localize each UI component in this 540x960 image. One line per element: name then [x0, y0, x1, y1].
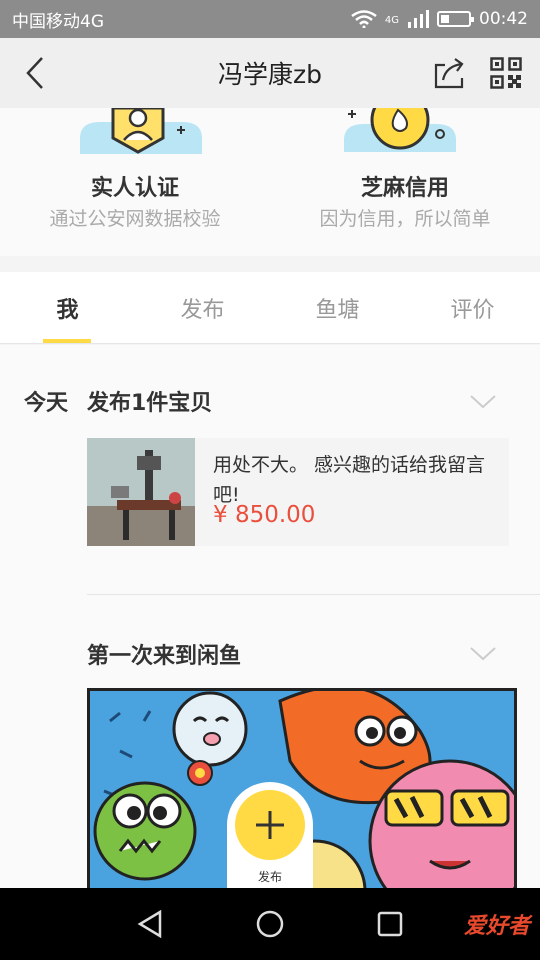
- item-price: ¥ 850.00: [213, 502, 316, 528]
- carrier-label: 中国移动4G: [12, 11, 104, 32]
- item-description: 用处不大。 感兴趣的话给我留言吧!: [213, 454, 486, 506]
- network-type-label: 4G: [384, 15, 399, 26]
- tab-label: 我: [56, 298, 79, 323]
- day-label: 今天: [24, 391, 69, 416]
- battery-icon: [437, 11, 474, 27]
- nav-bar: 冯学康zb: [0, 38, 540, 108]
- cert-sesame-credit[interactable]: 芝麻信用 因为信用，所以简单: [270, 108, 540, 256]
- item-thumbnail-image: [87, 438, 195, 546]
- tab-label: 发布: [180, 298, 225, 323]
- publish-button[interactable]: [235, 790, 305, 860]
- certification-section: 实人认证 通过公安网数据校验 芝麻信用 因为信用，所以简单: [0, 108, 540, 256]
- circle-home-icon: [256, 910, 284, 938]
- back-arrow-icon: [26, 57, 43, 89]
- real-person-badge-icon: [80, 108, 202, 154]
- tab-reviews[interactable]: 评价: [405, 272, 540, 344]
- system-navigation-bar: 爱好者: [0, 888, 540, 960]
- clock-label: 00:42: [479, 9, 528, 29]
- cert-subtitle: 因为信用，所以简单: [319, 208, 491, 230]
- tab-fish-pond[interactable]: 鱼塘: [270, 272, 405, 344]
- tab-label: 鱼塘: [315, 298, 360, 323]
- divider: [87, 594, 540, 595]
- qr-code-icon[interactable]: [490, 57, 522, 89]
- system-recents-button[interactable]: [370, 904, 410, 944]
- tab-published[interactable]: 发布: [135, 272, 270, 344]
- triangle-back-icon: [137, 909, 162, 939]
- tab-label: 评价: [450, 298, 495, 323]
- first-visit-section-title: 第一次来到闲鱼: [87, 644, 242, 669]
- publish-section-title: 发布1件宝贝: [87, 391, 213, 416]
- published-item-card[interactable]: 用处不大。 感兴趣的话给我留言吧! ¥ 850.00: [87, 438, 509, 546]
- signal-icon: [408, 10, 429, 28]
- back-button[interactable]: [0, 38, 70, 108]
- profile-tabs: 我 发布 鱼塘 评价: [0, 272, 540, 344]
- sesame-credit-badge-icon: [344, 108, 456, 152]
- wifi-icon: [351, 10, 377, 28]
- active-tab-indicator: [43, 339, 91, 343]
- cert-subtitle: 通过公安网数据校验: [49, 208, 221, 230]
- cert-title: 实人认证: [90, 176, 179, 201]
- system-back-button[interactable]: [130, 904, 170, 944]
- share-icon[interactable]: [432, 56, 466, 90]
- cert-title: 芝麻信用: [360, 176, 449, 201]
- status-icons: 4G 00:42: [351, 9, 528, 29]
- status-bar: 中国移动4G 4G 00:42: [0, 0, 540, 38]
- publish-fab-container: 发布: [227, 782, 313, 888]
- nav-actions: [432, 56, 540, 90]
- watermark-logo: 爱好者: [463, 914, 530, 939]
- tab-me[interactable]: 我: [0, 272, 135, 344]
- cert-real-person[interactable]: 实人认证 通过公安网数据校验: [0, 108, 270, 256]
- chevron-down-icon[interactable]: [470, 395, 496, 409]
- system-home-button[interactable]: [250, 904, 290, 944]
- square-recents-icon: [377, 911, 403, 937]
- plus-icon: [256, 811, 284, 839]
- chevron-down-icon[interactable]: [470, 647, 496, 661]
- publish-button-label: 发布: [257, 870, 282, 884]
